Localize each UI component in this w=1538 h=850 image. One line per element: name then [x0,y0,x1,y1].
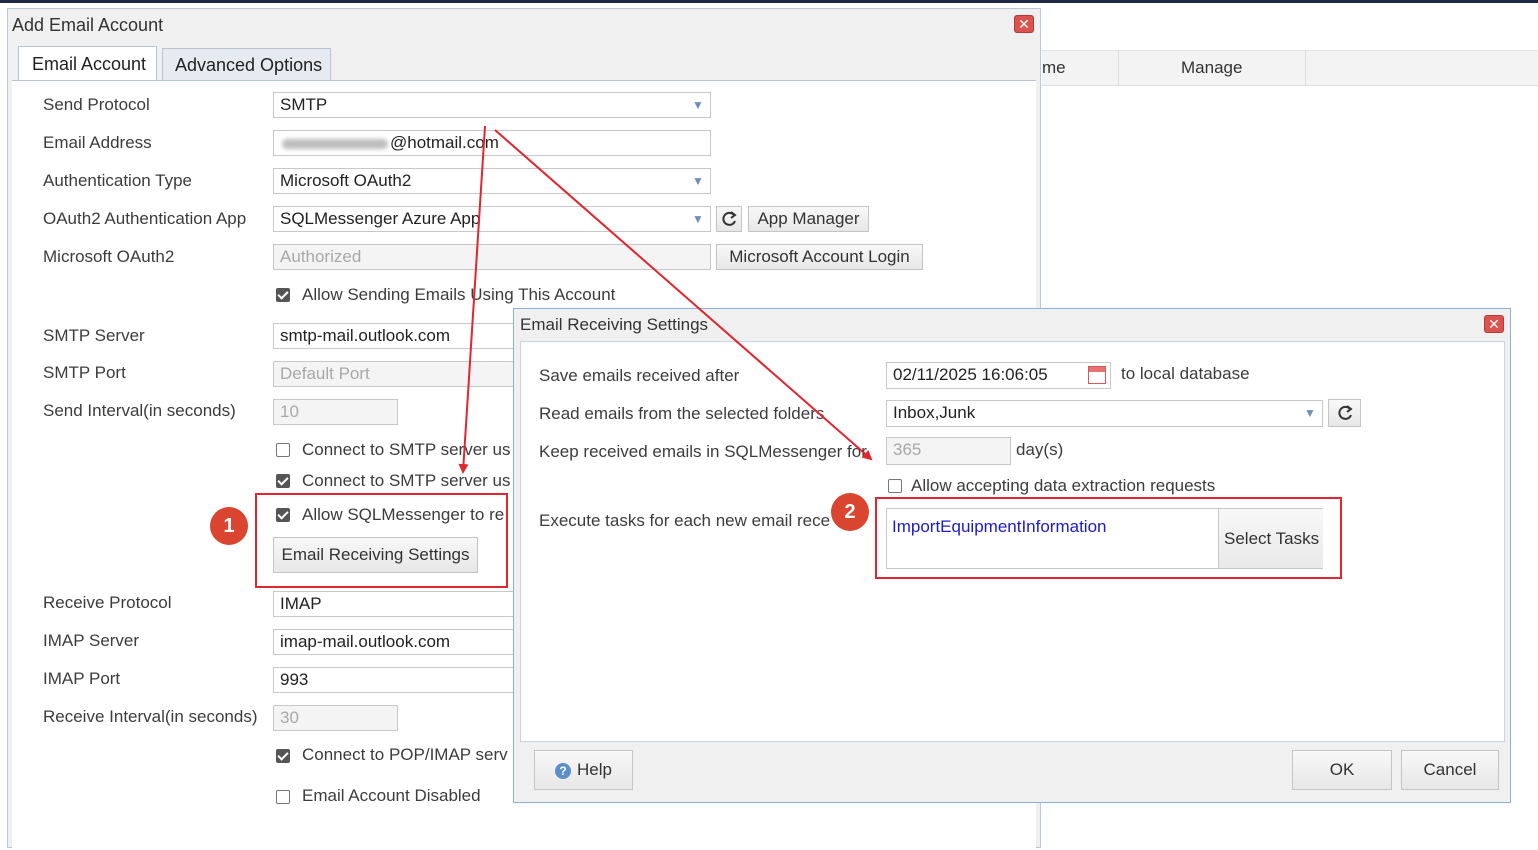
annotation-arrows [458,125,873,474]
arrow-to-step-1 [458,125,486,474]
arrow-to-step-2 [494,129,873,461]
